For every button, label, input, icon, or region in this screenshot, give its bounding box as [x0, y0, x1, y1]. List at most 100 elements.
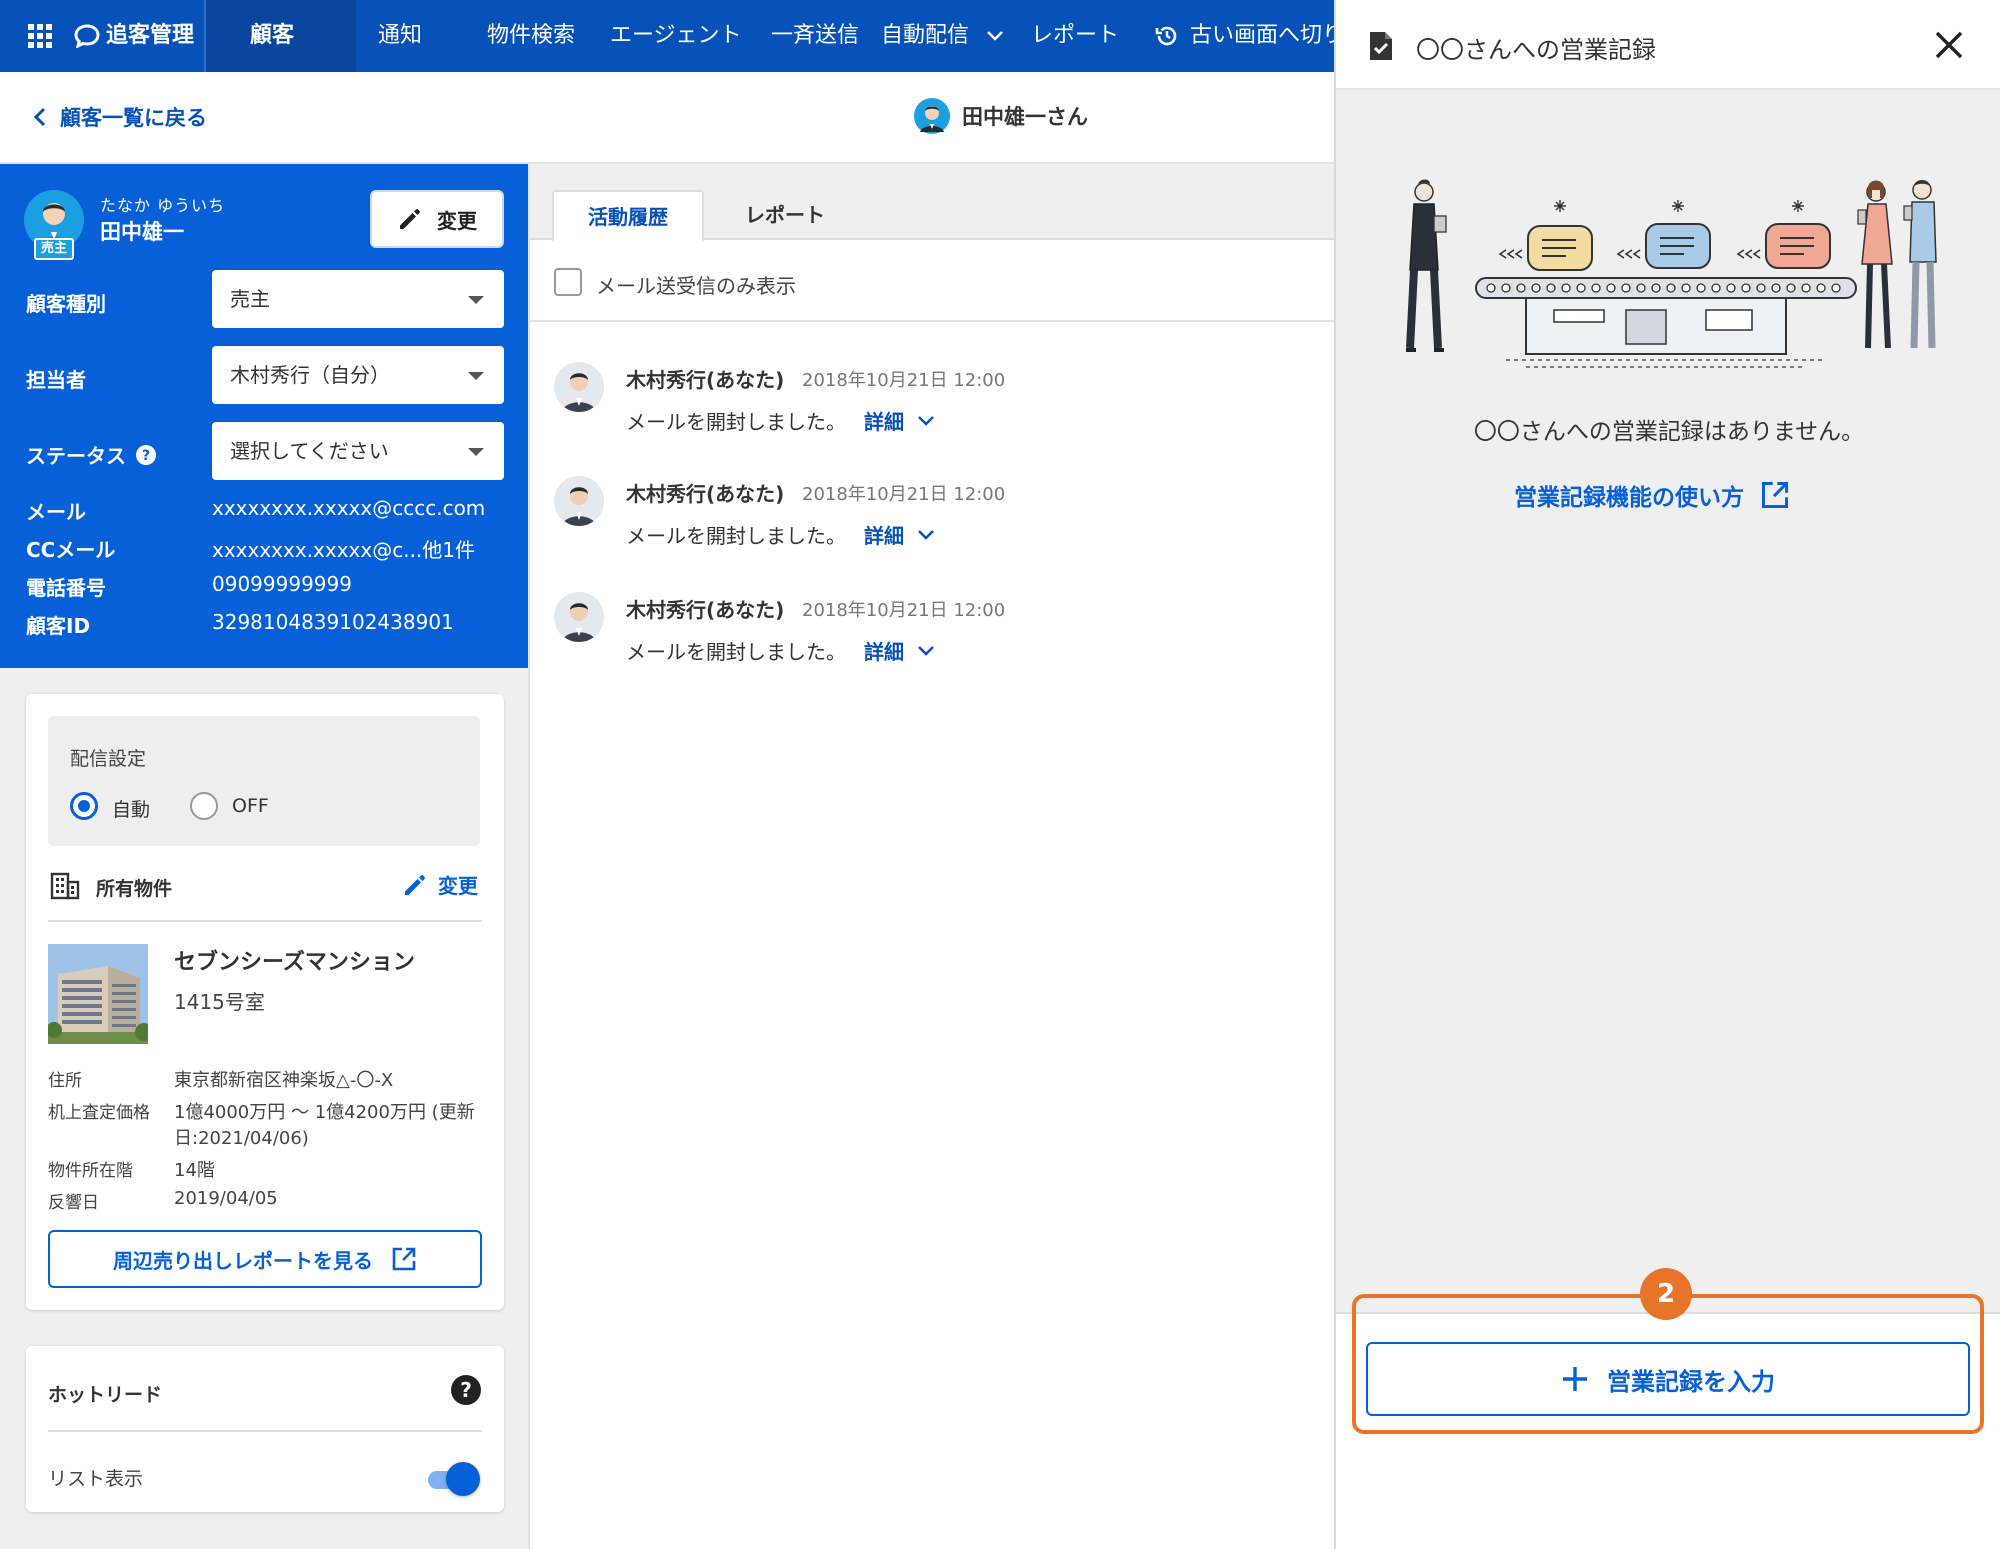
mail-only-checkbox[interactable]	[554, 268, 582, 296]
grid-menu-icon[interactable]	[28, 24, 52, 48]
nav-item-notification[interactable]: 通知	[378, 0, 422, 72]
help-link-label: 営業記録機能の使い方	[1514, 485, 1744, 511]
nav-item-customer[interactable]: 顧客	[250, 0, 294, 72]
owner-value: 木村秀行（自分）	[230, 363, 390, 387]
app-logo[interactable]: 追客管理	[28, 0, 194, 72]
top-navigation: 追客管理 顧客 通知 物件検索 エージェント 一斉送信 自動配信 レポート 古い…	[0, 0, 1344, 72]
activity-item: 木村秀行(あなた) 2018年10月21日 12:00 メールを開封しました。 …	[554, 362, 1314, 462]
conveyor-illustration	[1376, 170, 1956, 370]
chevron-down-icon	[918, 529, 934, 540]
phone-value: 09099999999	[212, 572, 352, 596]
hotlead-title: ホットリード	[48, 1384, 163, 1406]
customer-name: 田中雄一	[100, 220, 184, 244]
activity-detail-label: 詳細	[864, 524, 904, 548]
distribution-settings: 配信設定 自動 OFF	[48, 716, 480, 846]
edit-customer-label: 変更	[437, 208, 477, 233]
chevron-left-icon	[34, 108, 46, 126]
back-to-customer-list[interactable]: 顧客一覧に戻る	[34, 102, 207, 132]
app-logo-text: 追客管理	[106, 23, 195, 48]
tab-report[interactable]: レポート	[710, 190, 860, 242]
status-value: 選択してください	[230, 439, 389, 463]
document-check-icon	[1368, 30, 1394, 62]
chevron-down-icon	[987, 31, 1003, 41]
sales-record-header: 〇〇さんへの営業記録	[1336, 0, 2000, 90]
address-value: 東京都新宿区神楽坂△-〇-X	[174, 1070, 394, 1091]
activity-item: 木村秀行(あなた) 2018年10月21日 12:00 メールを開封しました。 …	[554, 476, 1314, 576]
activity-time: 2018年10月21日 12:00	[802, 600, 1006, 621]
nearby-report-button[interactable]: 周辺売り出しレポートを見る	[48, 1230, 482, 1288]
sales-record-panel: 〇〇さんへの営業記録 〇〇さんへの営業記録はありません。 営業記録機能の使い方 …	[1334, 0, 2000, 1549]
edit-property-label: 変更	[438, 874, 478, 898]
agent-avatar	[554, 476, 604, 526]
activity-author: 木村秀行(あなた)	[626, 482, 785, 506]
external-link-icon	[392, 1247, 416, 1271]
price-value-line1: 1億4000万円 〜 1億4200万円 (更新	[174, 1102, 475, 1123]
nav-item-bulk-send[interactable]: 一斉送信	[771, 0, 859, 72]
nav-item-report[interactable]: レポート	[1031, 0, 1119, 72]
nav-item-agent[interactable]: エージェント	[610, 0, 742, 72]
help-circle-icon[interactable]: ?	[450, 1374, 482, 1406]
back-link-label: 顧客一覧に戻る	[60, 106, 207, 130]
activity-message: メールを開封しました。	[626, 410, 846, 434]
status-select[interactable]: 選択してください	[212, 422, 504, 480]
nav-item-auto-delivery[interactable]: 自動配信	[881, 0, 1003, 72]
edit-customer-button[interactable]: 変更	[370, 190, 504, 248]
property-card: 配信設定 自動 OFF 所有物件 変更 セブンシーズマンション 1415号室 住…	[26, 694, 504, 1310]
customer-type-select[interactable]: 売主	[212, 270, 504, 328]
caret-down-icon	[468, 372, 484, 380]
mail-only-label: メール送受信のみ表示	[596, 274, 796, 298]
plus-icon	[1563, 1367, 1587, 1391]
tab-activity-history[interactable]: 活動履歴	[552, 190, 704, 242]
distribution-title: 配信設定	[70, 748, 147, 770]
building-icon	[50, 872, 80, 900]
distribution-off-radio[interactable]	[190, 792, 218, 820]
activity-message: メールを開封しました。	[626, 640, 846, 664]
mail-value[interactable]: xxxxxxxx.xxxxx@cccc.com	[212, 496, 485, 520]
activity-author: 木村秀行(あなた)	[626, 368, 785, 392]
step-badge: 2	[1640, 1268, 1692, 1320]
owner-select[interactable]: 木村秀行（自分）	[212, 346, 504, 404]
activity-time: 2018年10月21日 12:00	[802, 484, 1006, 505]
owner-label: 担当者	[26, 368, 86, 392]
add-sales-record-button[interactable]: 営業記録を入力	[1366, 1342, 1970, 1416]
list-view-toggle[interactable]	[424, 1462, 482, 1496]
response-date-value: 2019/04/05	[174, 1188, 278, 1209]
help-circle-icon[interactable]: ?	[136, 444, 156, 465]
customer-type-value: 売主	[230, 287, 270, 311]
caret-down-icon	[468, 448, 484, 456]
status-label: ステータス	[26, 444, 126, 468]
address-label: 住所	[48, 1071, 82, 1091]
close-icon[interactable]	[1934, 30, 1964, 60]
empty-message: 〇〇さんへの営業記録はありません。	[1473, 419, 1865, 445]
response-date-label: 反響日	[48, 1193, 99, 1213]
activity-detail-toggle[interactable]: 詳細	[864, 406, 934, 435]
price-value-line2: 日:2021/04/06)	[174, 1128, 309, 1149]
activity-detail-toggle[interactable]: 詳細	[864, 520, 934, 549]
activity-tabs: 活動履歴 レポート	[530, 164, 1336, 242]
chat-bubble-icon	[74, 24, 100, 48]
nav-item-old-screen[interactable]: 古い画面へ切り	[1154, 0, 1344, 72]
floor-label: 物件所在階	[48, 1161, 133, 1181]
customer-header-name-text: 田中雄一さん	[962, 105, 1088, 129]
customer-kana: たなか ゆういち	[100, 196, 226, 215]
left-lower-area: 配信設定 自動 OFF 所有物件 変更 セブンシーズマンション 1415号室 住…	[0, 668, 528, 1549]
pencil-icon	[405, 874, 425, 895]
activity-detail-toggle[interactable]: 詳細	[864, 636, 934, 665]
nearby-report-label: 周辺売り出しレポートを見る	[113, 1248, 373, 1273]
panel-bottom-space	[1336, 1445, 2000, 1549]
customer-id-value: 3298104839102438901	[212, 610, 454, 634]
customer-id-label: 顧客ID	[26, 614, 91, 638]
activity-time: 2018年10月21日 12:00	[802, 370, 1006, 391]
svg-text:?: ?	[142, 448, 150, 464]
cc-mail-value[interactable]: xxxxxxxx.xxxxx@c...他1件	[212, 534, 475, 563]
distribution-auto-radio[interactable]	[70, 792, 98, 820]
divider	[48, 1430, 482, 1432]
history-icon	[1155, 26, 1177, 46]
help-link[interactable]: 営業記録機能の使い方	[1514, 478, 1790, 512]
add-sales-record-label: 営業記録を入力	[1607, 1367, 1775, 1396]
nav-item-property-search[interactable]: 物件検索	[487, 0, 575, 72]
nav-item-old-screen-label: 古い画面へ切り	[1190, 23, 1345, 48]
activity-detail-label: 詳細	[864, 410, 904, 434]
edit-property-button[interactable]: 変更	[402, 870, 478, 899]
chevron-down-icon	[918, 645, 934, 656]
